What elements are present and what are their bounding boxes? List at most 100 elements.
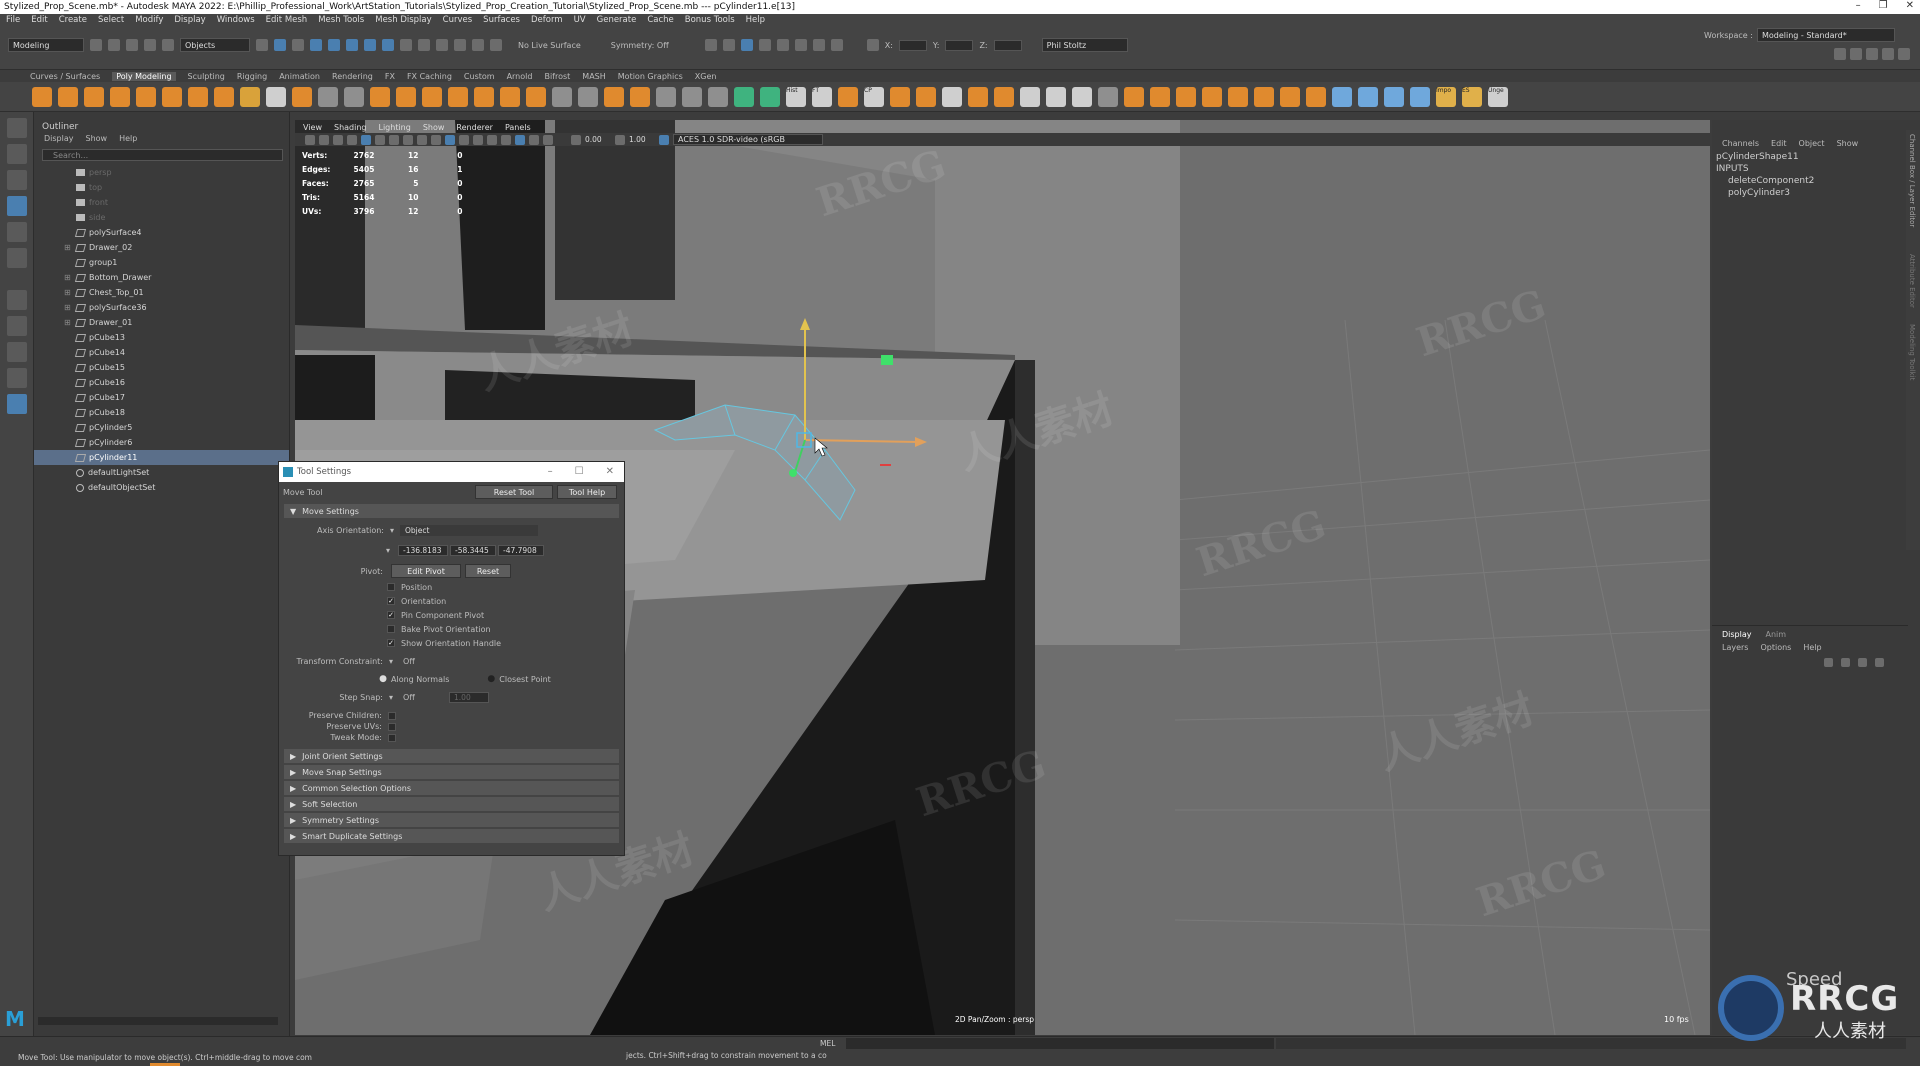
outliner-item-pcube18[interactable]: pCube18 bbox=[34, 405, 289, 420]
shelf-tool-icon[interactable] bbox=[136, 86, 156, 107]
outliner-item-defaultobjectset[interactable]: defaultObjectSet bbox=[34, 480, 289, 495]
shelf-tab-rigging[interactable]: Rigging bbox=[237, 72, 267, 81]
shelf-tab-custom[interactable]: Custom bbox=[464, 72, 495, 81]
channel-box-icon[interactable] bbox=[1898, 48, 1910, 60]
shelf-tool-icon[interactable] bbox=[760, 86, 780, 107]
shelf-tool-icon[interactable] bbox=[58, 86, 78, 107]
outliner-item-persp[interactable]: persp bbox=[34, 165, 289, 180]
shelf-tool-icon[interactable] bbox=[500, 86, 520, 107]
anim-layer-tab[interactable]: Anim bbox=[1766, 630, 1787, 639]
step-snap-amount-field[interactable]: 1.00 bbox=[449, 691, 490, 703]
resolution-gate-icon[interactable] bbox=[389, 134, 399, 145]
ts-close-button[interactable]: ✕ bbox=[606, 466, 614, 477]
hypershade-icon[interactable] bbox=[776, 39, 789, 51]
shelf-tab-arnold[interactable]: Arnold bbox=[507, 72, 533, 81]
outliner-item-polysurface4[interactable]: polySurface4 bbox=[34, 225, 289, 240]
joint-orient-settings-header[interactable]: ▶ Joint Orient Settings bbox=[284, 749, 619, 763]
xray-icon[interactable] bbox=[529, 134, 539, 145]
shelf-tool-icon[interactable] bbox=[214, 86, 234, 107]
vertex-mask-icon[interactable] bbox=[310, 39, 322, 51]
shelf-tool-icon[interactable] bbox=[422, 86, 442, 107]
shelf-tool-icon[interactable] bbox=[396, 86, 416, 107]
shelf-tool-icon[interactable] bbox=[552, 86, 572, 107]
outliner-item-pcube14[interactable]: pCube14 bbox=[34, 345, 289, 360]
outliner-item-defaultlightset[interactable]: defaultLightSet bbox=[34, 465, 289, 480]
move-settings-header[interactable]: ▼ Move Settings bbox=[284, 504, 619, 518]
shelf-tool-icon[interactable] bbox=[1072, 86, 1092, 107]
select-camera-icon[interactable] bbox=[305, 134, 315, 145]
gamma-icon[interactable] bbox=[615, 134, 625, 145]
uv-mask-icon[interactable] bbox=[364, 39, 376, 51]
orientation-checkbox[interactable]: ✓ bbox=[387, 597, 395, 605]
shelf-tool-icon[interactable] bbox=[916, 86, 936, 107]
shelf-tab-fx[interactable]: FX bbox=[385, 72, 395, 81]
expand-icon[interactable]: ⊞ bbox=[64, 288, 72, 297]
tool-settings-titlebar[interactable]: Tool Settings – ☐ ✕ bbox=[279, 462, 624, 482]
freeze-transform-shelf-icon[interactable]: FT bbox=[812, 86, 832, 107]
transform-constraint-dropdown[interactable]: Off bbox=[403, 657, 415, 666]
shelf-tool-icon[interactable] bbox=[474, 86, 494, 107]
outliner-item-pcylinder6[interactable]: pCylinder6 bbox=[34, 435, 289, 450]
input-node[interactable]: polyCylinder3 bbox=[1716, 187, 1814, 199]
gate-mask-icon[interactable] bbox=[403, 134, 413, 145]
camera-attributes-icon[interactable] bbox=[319, 134, 329, 145]
shelf-tool-icon[interactable] bbox=[188, 86, 208, 107]
scale-tool-icon[interactable] bbox=[7, 248, 27, 268]
shelf-tab-curves-surfaces[interactable]: Curves / Surfaces bbox=[30, 72, 100, 81]
center-pivot-shelf-icon[interactable]: CP bbox=[864, 86, 884, 107]
ipr-render-icon[interactable] bbox=[740, 39, 753, 51]
outliner-item-group1[interactable]: group1 bbox=[34, 255, 289, 270]
menu-mesh-tools[interactable]: Mesh Tools bbox=[318, 15, 364, 25]
shelf-tool-icon[interactable] bbox=[1176, 86, 1196, 107]
wireframe-on-shaded-icon[interactable] bbox=[459, 134, 469, 145]
move-layer-up-icon[interactable] bbox=[1824, 658, 1833, 667]
channel-box-menu-show[interactable]: Show bbox=[1837, 139, 1859, 148]
export-selection-shelf-icon[interactable]: ES bbox=[1462, 86, 1482, 107]
pin-component-pivot-checkbox[interactable]: ✓ bbox=[387, 611, 395, 619]
snap-curve-icon[interactable] bbox=[436, 39, 448, 51]
z-field[interactable] bbox=[993, 39, 1022, 51]
shelf-tool-icon[interactable] bbox=[630, 86, 650, 107]
viewport-menu-panels[interactable]: Panels bbox=[505, 123, 531, 132]
shape-node-name[interactable]: pCylinderShape11 bbox=[1716, 151, 1814, 163]
shelf-tool-icon[interactable] bbox=[838, 86, 858, 107]
display-layer-tab[interactable]: Display bbox=[1722, 630, 1752, 639]
outliner-menu-display[interactable]: Display bbox=[44, 134, 74, 143]
menu-mesh-display[interactable]: Mesh Display bbox=[375, 15, 431, 25]
channel-box-side-tab[interactable]: Channel Box / Layer Editor bbox=[1906, 130, 1918, 250]
shelf-tab-bifrost[interactable]: Bifrost bbox=[544, 72, 570, 81]
soft-selection-header[interactable]: ▶ Soft Selection bbox=[284, 797, 619, 811]
along-normals-radio[interactable]: ● bbox=[279, 674, 387, 684]
shelf-tab-xgen[interactable]: XGen bbox=[695, 72, 717, 81]
snap-grid-icon[interactable] bbox=[418, 39, 430, 51]
new-scene-icon[interactable] bbox=[90, 39, 102, 51]
new-empty-layer-icon[interactable] bbox=[1858, 658, 1867, 667]
safe-action-icon[interactable] bbox=[417, 134, 427, 145]
ts-minimize-button[interactable]: – bbox=[548, 466, 553, 477]
minimize-button[interactable]: – bbox=[1856, 0, 1861, 11]
four-view-layout-icon[interactable] bbox=[7, 316, 27, 336]
single-perspective-layout-icon[interactable] bbox=[7, 290, 27, 310]
preserve-uvs-checkbox[interactable] bbox=[388, 722, 396, 731]
menu-deform[interactable]: Deform bbox=[531, 15, 563, 25]
expand-icon[interactable]: ⊞ bbox=[64, 318, 72, 327]
outliner-item-front[interactable]: front bbox=[34, 195, 289, 210]
rotate-tool-icon[interactable] bbox=[7, 222, 27, 242]
shelf-tab-poly-modeling[interactable]: Poly Modeling bbox=[112, 72, 176, 81]
channel-box-menu-edit[interactable]: Edit bbox=[1771, 139, 1787, 148]
options-menu[interactable]: Options bbox=[1760, 643, 1791, 652]
shelf-tool-icon[interactable] bbox=[1332, 86, 1352, 107]
user-account-dropdown[interactable]: Phil Stoltz bbox=[1041, 38, 1128, 52]
shelf-tool-icon[interactable] bbox=[84, 86, 104, 107]
shelf-tool-icon[interactable] bbox=[578, 86, 598, 107]
shelf-tool-icon[interactable] bbox=[344, 86, 364, 107]
shelf-tab-motion-graphics[interactable]: Motion Graphics bbox=[618, 72, 683, 81]
bake-pivot-orientation-checkbox[interactable] bbox=[387, 625, 395, 633]
exposure-icon[interactable] bbox=[571, 134, 581, 145]
modeling-toolkit-side-tab[interactable]: Modeling Toolkit bbox=[1906, 320, 1918, 400]
outliner-item-chest-top-01[interactable]: ⊞ Chest_Top_01 bbox=[34, 285, 289, 300]
preserve-children-checkbox[interactable] bbox=[388, 711, 396, 720]
tweak-mode-checkbox[interactable] bbox=[388, 733, 396, 742]
view-transform-dropdown[interactable]: ACES 1.0 SDR-video (sRGB bbox=[673, 134, 823, 145]
smart-duplicate-settings-header[interactable]: ▶ Smart Duplicate Settings bbox=[284, 829, 619, 843]
